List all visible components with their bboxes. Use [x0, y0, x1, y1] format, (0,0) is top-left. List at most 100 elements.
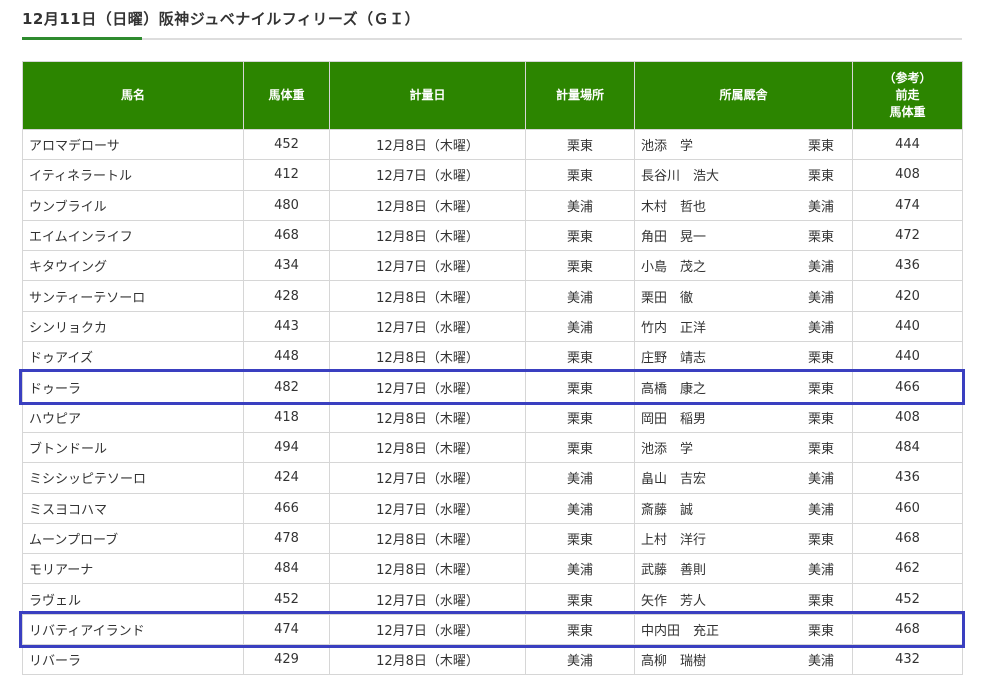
table-row: ブトンドール 494 12月8日（木曜） 栗東 池添 学栗東 484 — [22, 431, 963, 464]
stable-location: 美浦 — [807, 563, 834, 579]
stable-location: 美浦 — [807, 260, 834, 276]
previous-weight-cell: 420 — [852, 280, 963, 312]
previous-weight-cell: 452 — [852, 583, 963, 615]
weigh-place-cell: 美浦 — [525, 644, 635, 676]
stable-cell: 庄野 靖志 栗東 — [634, 341, 853, 373]
weigh-date-cell: 12月8日（木曜） — [329, 644, 526, 676]
horse-name-cell: リバティアイランド — [22, 613, 244, 646]
table-body: アロマデローサ 452 12月8日（木曜） 栗東 池添 学栗東 444 イティネラートル 41… — [22, 128, 963, 676]
weight-cell: 429 — [243, 644, 330, 676]
trainer-name: 高橋 康之 — [641, 381, 707, 397]
stable-location: 栗東 — [807, 411, 834, 427]
weight-cell: 474 — [243, 613, 330, 646]
table-row: ラヴェル 452 12月7日（水曜） 栗東 矢作 芳人 栗東 452 — [22, 583, 963, 615]
weigh-place-cell: 栗東 — [525, 159, 635, 191]
table-row: ムーンプローブ 478 12月8日（木曜） 栗東 上村 洋行 栗東 468 — [22, 522, 963, 555]
stable-location: 栗東 — [807, 442, 834, 458]
previous-weight-cell: 440 — [852, 341, 963, 373]
weigh-date-cell: 12月8日（木曜） — [329, 128, 526, 161]
weigh-place-cell: 栗東 — [525, 522, 635, 555]
weigh-date-cell: 12月8日（木曜） — [329, 189, 526, 221]
stable-location: 栗東 — [807, 623, 834, 639]
table-row: エイムインライフ 468 12月8日（木曜） 栗東 角田 晃一 栗東 472 — [22, 219, 963, 252]
horse-name-cell: リバーラ — [22, 644, 244, 676]
weight-cell: 468 — [243, 219, 330, 252]
page: 12月11日（日曜）阪神ジュベナイルフィリーズ（ＧＩ） 馬名 馬体重 計量日 計… — [0, 0, 983, 685]
stable-location: 栗東 — [807, 169, 834, 185]
previous-weight-cell: 468 — [852, 522, 963, 555]
weigh-place-cell: 栗東 — [525, 219, 635, 252]
weigh-date-cell: 12月7日（水曜） — [329, 310, 526, 343]
trainer-name: 長谷川 浩大 — [641, 169, 720, 185]
stable-cell: 岡田 稲男 栗東 — [634, 401, 853, 433]
weight-cell: 480 — [243, 189, 330, 221]
table-row: サンティーテソーロ 428 12月8日（木曜） 美浦 栗田 徹美浦 420 — [22, 280, 963, 312]
weight-cell: 466 — [243, 492, 330, 524]
table-row: イティネラートル 412 12月7日（水曜） 栗東 長谷川 浩大 栗東 408 — [22, 159, 963, 191]
weigh-date-cell: 12月7日（水曜） — [329, 250, 526, 282]
stable-cell: 木村 哲也 美浦 — [634, 189, 853, 221]
weigh-date-cell: 12月8日（木曜） — [329, 341, 526, 373]
weigh-place-cell: 美浦 — [525, 553, 635, 585]
weight-cell: 452 — [243, 128, 330, 161]
weigh-date-cell: 12月7日（水曜） — [329, 462, 526, 494]
stable-cell: 池添 学 栗東 — [634, 128, 853, 161]
table-row: ドゥアイズ 448 12月8日（木曜） 栗東 庄野 靖志 栗東 440 — [22, 341, 963, 373]
stable-cell: 上村 洋行 栗東 — [634, 522, 853, 555]
horse-name-cell: シンリョクカ — [22, 310, 244, 343]
weigh-date-cell: 12月8日（木曜） — [329, 401, 526, 433]
trainer-name: 栗田 徹 — [641, 290, 694, 306]
horse-name-cell: ハウピア — [22, 401, 244, 433]
table-row: アロマデローサ 452 12月8日（木曜） 栗東 池添 学栗東 444 — [22, 128, 963, 161]
stable-location: 美浦 — [807, 290, 834, 306]
trainer-name: 庄野 靖志 — [641, 351, 707, 367]
trainer-name: 小島 茂之 — [641, 260, 707, 276]
weigh-date-cell: 12月8日（木曜） — [329, 219, 526, 252]
weight-cell: 412 — [243, 159, 330, 191]
horse-weight-table: 馬名 馬体重 計量日 計量場所 所属厩舎 （参考） 前走 馬体重 アロマデローサ… — [22, 61, 963, 676]
horse-name-cell: アロマデローサ — [22, 128, 244, 161]
table-row: ドゥーラ 482 12月7日（水曜） 栗東 高橋 康之 栗東 466 — [22, 371, 963, 403]
weigh-place-cell: 栗東 — [525, 401, 635, 433]
trainer-name: 高柳 瑞樹 — [641, 654, 707, 670]
trainer-name: 角田 晃一 — [641, 230, 707, 246]
weight-cell: 428 — [243, 280, 330, 312]
previous-weight-cell: 408 — [852, 401, 963, 433]
weigh-place-cell: 栗東 — [525, 583, 635, 615]
weigh-place-cell: 栗東 — [525, 431, 635, 464]
weight-cell: 482 — [243, 371, 330, 403]
weigh-date-cell: 12月7日（水曜） — [329, 159, 526, 191]
weight-cell: 452 — [243, 583, 330, 615]
weight-cell: 494 — [243, 431, 330, 464]
weigh-place-cell: 美浦 — [525, 462, 635, 494]
weigh-place-cell: 栗東 — [525, 250, 635, 282]
horse-name-cell: イティネラートル — [22, 159, 244, 191]
header-previous-weight: （参考） 前走 馬体重 — [852, 61, 963, 130]
previous-weight-cell: 440 — [852, 310, 963, 343]
weigh-place-cell: 栗東 — [525, 371, 635, 403]
trainer-name: 中内田 充正 — [641, 623, 720, 639]
stable-cell: 長谷川 浩大 栗東 — [634, 159, 853, 191]
horse-name-cell: エイムインライフ — [22, 219, 244, 252]
stable-location: 栗東 — [807, 593, 834, 609]
stable-location: 栗東 — [807, 351, 834, 367]
stable-cell: 中内田 充正 栗東 — [634, 613, 853, 646]
previous-weight-cell: 462 — [852, 553, 963, 585]
weigh-place-cell: 美浦 — [525, 189, 635, 221]
stable-cell: 畠山 吉宏 美浦 — [634, 462, 853, 494]
trainer-name: 池添 学 — [641, 139, 694, 155]
trainer-name: 竹内 正洋 — [641, 320, 707, 336]
horse-name-cell: ウンブライル — [22, 189, 244, 221]
weigh-date-cell: 12月8日（木曜） — [329, 553, 526, 585]
weight-cell: 484 — [243, 553, 330, 585]
header-horse-name: 馬名 — [22, 61, 244, 130]
horse-name-cell: サンティーテソーロ — [22, 280, 244, 312]
stable-cell: 角田 晃一 栗東 — [634, 219, 853, 252]
stable-cell: 斎藤 誠 美浦 — [634, 492, 853, 524]
weigh-date-cell: 12月7日（水曜） — [329, 583, 526, 615]
previous-weight-cell: 484 — [852, 431, 963, 464]
table-row: リバティアイランド 474 12月7日（水曜） 栗東 中内田 充正 栗東 468 — [22, 613, 963, 646]
table-header: 馬名 馬体重 計量日 計量場所 所属厩舎 （参考） 前走 馬体重 — [22, 61, 963, 130]
stable-cell: 池添 学 栗東 — [634, 431, 853, 464]
stable-cell: 武藤 善則 美浦 — [634, 553, 853, 585]
